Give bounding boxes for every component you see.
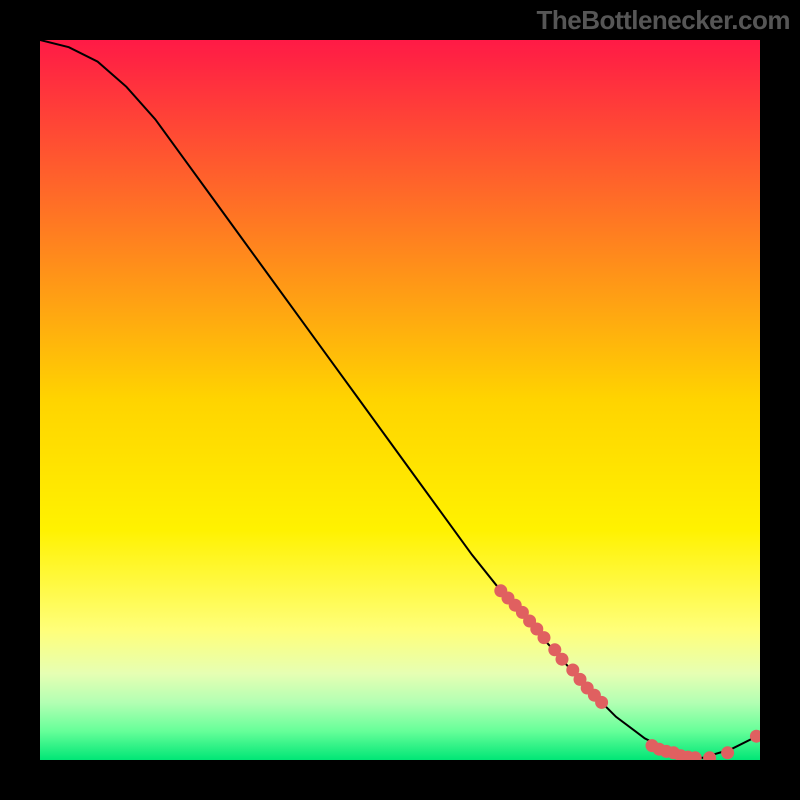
data-marker <box>556 653 569 666</box>
data-marker <box>595 696 608 709</box>
data-marker <box>538 631 551 644</box>
bottleneck-chart <box>40 40 760 760</box>
chart-frame: TheBottlenecker.com <box>0 0 800 800</box>
gradient-background <box>40 40 760 760</box>
data-marker <box>721 746 734 759</box>
watermark-text: TheBottlenecker.com <box>537 5 790 36</box>
